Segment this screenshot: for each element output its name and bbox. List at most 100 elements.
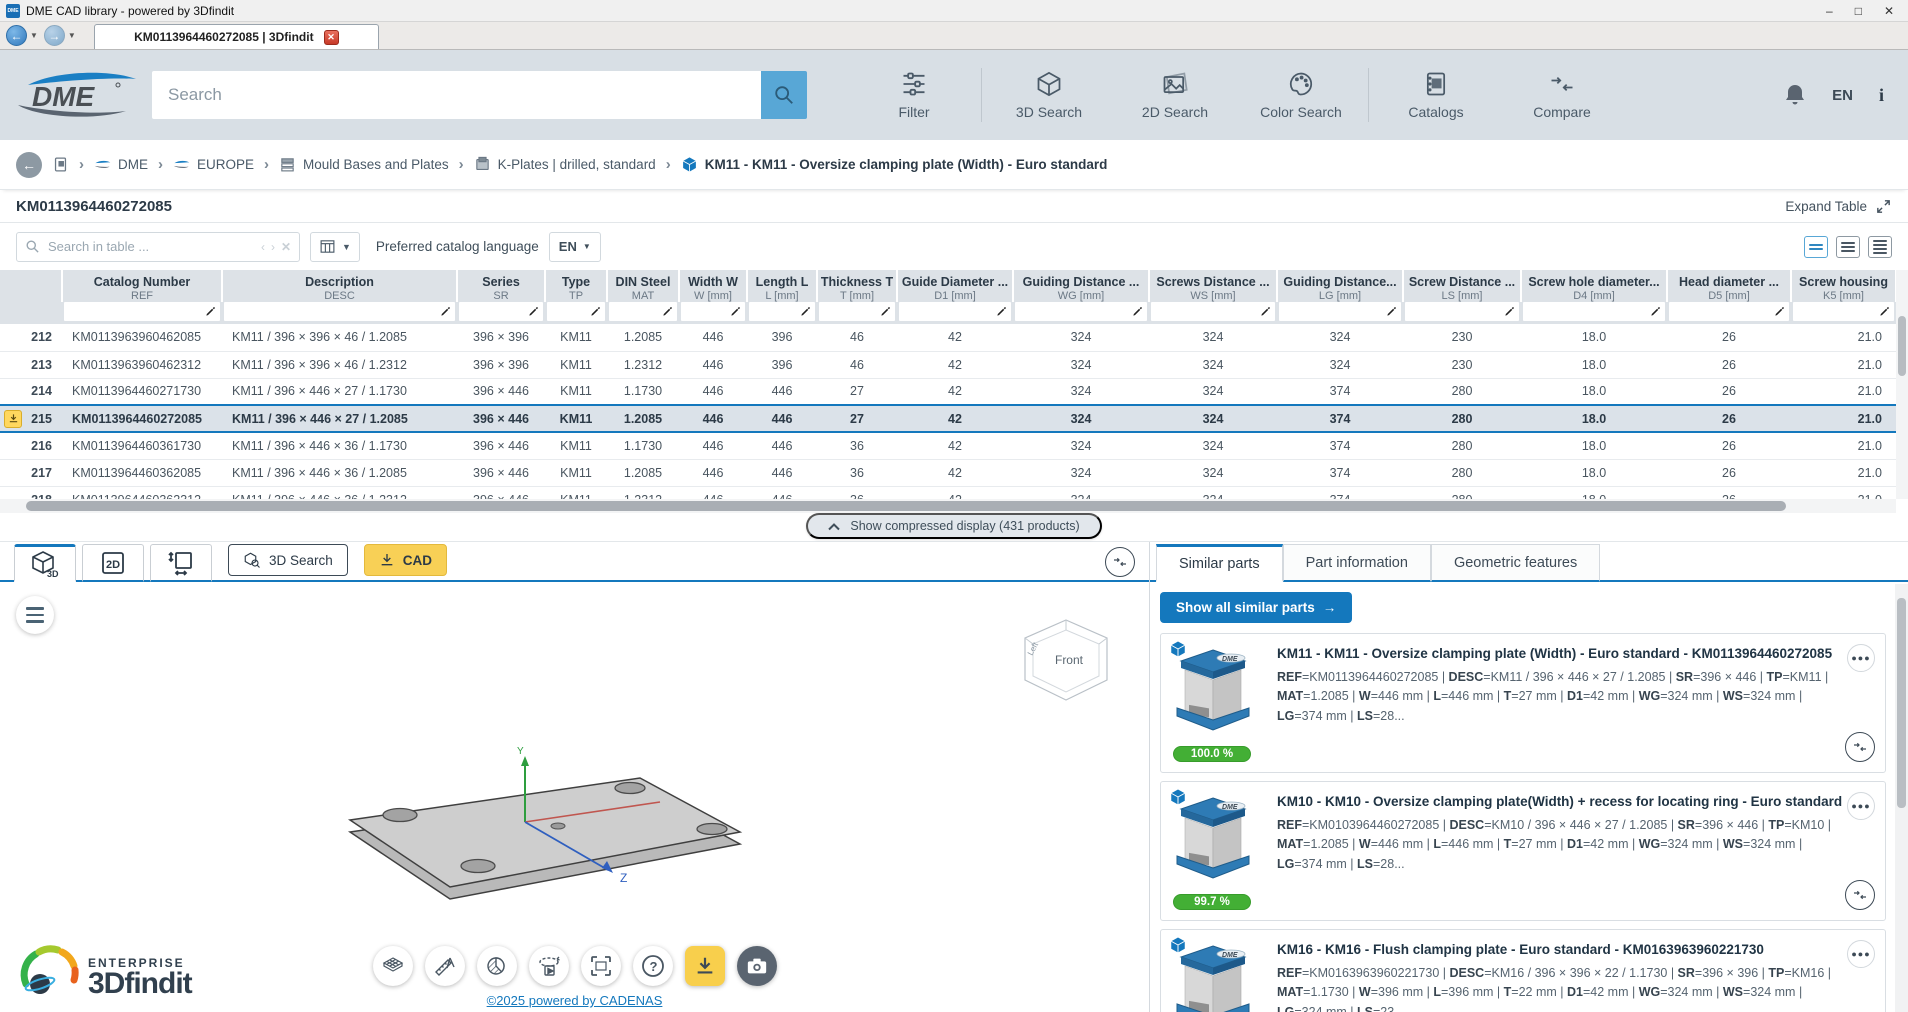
similar-part-card[interactable]: DME KM16 - KM16 - Flush clamping plate -… bbox=[1160, 929, 1886, 1012]
density-medium-button[interactable] bbox=[1836, 236, 1860, 258]
nav-compare[interactable]: Compare bbox=[1499, 70, 1625, 120]
nav-filter[interactable]: Filter bbox=[851, 70, 977, 120]
table-row[interactable]: 218KM0113964460362312KM11 / 396 × 446 × … bbox=[0, 486, 1896, 499]
card-menu-button[interactable]: ●●● bbox=[1847, 940, 1875, 968]
vertical-scrollbar[interactable] bbox=[1896, 270, 1908, 499]
similar-scrollbar-thumb[interactable] bbox=[1897, 598, 1906, 808]
card-compare-icon[interactable] bbox=[1845, 880, 1875, 910]
column-header[interactable]: Guiding Distance...LG [mm] bbox=[1277, 270, 1403, 302]
card-menu-button[interactable]: ●●● bbox=[1847, 644, 1875, 672]
tab-geometric-features[interactable]: Geometric features bbox=[1431, 544, 1600, 582]
show-compressed-button[interactable]: Show compressed display (431 products) bbox=[806, 513, 1101, 539]
breadcrumb-item-mould-bases[interactable]: Mould Bases and Plates bbox=[279, 156, 449, 173]
column-filter-input[interactable] bbox=[1015, 302, 1147, 321]
view-cube[interactable]: Front Left bbox=[1011, 616, 1121, 704]
column-filter-input[interactable] bbox=[224, 302, 455, 321]
part-thumbnail[interactable]: DME bbox=[1173, 792, 1253, 888]
part-thumbnail[interactable]: DME bbox=[1173, 940, 1253, 1012]
back-dropdown-icon[interactable]: ▼ bbox=[30, 31, 38, 40]
column-header[interactable]: Screw Distance ...LS [mm] bbox=[1403, 270, 1521, 302]
horizontal-scrollbar[interactable] bbox=[0, 499, 1896, 513]
measure-icon[interactable] bbox=[425, 946, 465, 986]
nav-3d-search[interactable]: 3D Search bbox=[986, 70, 1112, 120]
density-full-button[interactable] bbox=[1868, 236, 1892, 258]
row-number-column-header[interactable] bbox=[0, 270, 62, 302]
info-icon[interactable]: i bbox=[1879, 85, 1884, 106]
tab-similar-parts[interactable]: Similar parts bbox=[1156, 544, 1283, 582]
column-header[interactable]: Screw housingK5 [mm] bbox=[1791, 270, 1896, 302]
cadenas-credit-link[interactable]: ©2025 powered by CADENAS bbox=[487, 993, 663, 1008]
column-header[interactable]: Guide Diameter ...D1 [mm] bbox=[897, 270, 1013, 302]
similar-part-title[interactable]: KM16 - KM16 - Flush clamping plate - Eur… bbox=[1277, 942, 1843, 957]
language-selector[interactable]: EN bbox=[1832, 87, 1853, 104]
viewer-menu-button[interactable] bbox=[16, 596, 54, 634]
density-compact-button[interactable] bbox=[1804, 236, 1828, 258]
cad-download-button[interactable]: CAD bbox=[364, 544, 447, 576]
breadcrumb-item-k-plates[interactable]: K-Plates | drilled, standard bbox=[474, 156, 656, 173]
prev-match-icon[interactable]: ‹ bbox=[261, 240, 265, 254]
nav-2d-search[interactable]: 2D Search bbox=[1112, 70, 1238, 120]
breadcrumb-item-current[interactable]: KM11 - KM11 - Oversize clamping plate (W… bbox=[681, 156, 1108, 173]
section-icon[interactable] bbox=[477, 946, 517, 986]
column-header[interactable]: DIN SteelMAT bbox=[607, 270, 679, 302]
column-filter-input[interactable] bbox=[459, 302, 543, 321]
mesh-render-icon[interactable] bbox=[373, 946, 413, 986]
column-header[interactable]: Screws Distance ...WS [mm] bbox=[1149, 270, 1277, 302]
table-row[interactable]: 217KM0113964460362085KM11 / 396 × 446 × … bbox=[0, 459, 1896, 486]
table-row[interactable]: 214KM0113964460271730KM11 / 396 × 446 × … bbox=[0, 378, 1896, 405]
column-header[interactable]: Catalog NumberREF bbox=[62, 270, 222, 302]
column-picker-button[interactable]: ▼ bbox=[310, 232, 360, 262]
column-filter-input[interactable] bbox=[1279, 302, 1401, 321]
fit-view-icon[interactable] bbox=[581, 946, 621, 986]
tab-part-information[interactable]: Part information bbox=[1283, 544, 1431, 582]
3d-model[interactable]: Z Y bbox=[330, 730, 810, 960]
close-icon[interactable]: ✕ bbox=[1884, 4, 1894, 18]
similar-part-card[interactable]: DME 99.7 % KM10 - KM10 - Oversize clampi… bbox=[1160, 781, 1886, 921]
column-filter-input[interactable] bbox=[64, 302, 220, 321]
similar-scrollbar[interactable] bbox=[1895, 584, 1908, 1012]
help-icon[interactable]: ? bbox=[633, 946, 673, 986]
column-filter-input[interactable] bbox=[609, 302, 677, 321]
table-row[interactable]: 216KM0113964460361730KM11 / 396 × 446 × … bbox=[0, 432, 1896, 459]
nav-color-search[interactable]: Color Search bbox=[1238, 70, 1364, 120]
column-filter-input[interactable] bbox=[681, 302, 745, 321]
column-header[interactable]: TypeTP bbox=[545, 270, 607, 302]
card-menu-button[interactable]: ●●● bbox=[1847, 792, 1875, 820]
search-button[interactable] bbox=[761, 71, 807, 119]
breadcrumb-back-icon[interactable]: ← bbox=[16, 152, 42, 178]
tab-2d[interactable]: 2D bbox=[82, 544, 144, 582]
catalog-language-dropdown[interactable]: EN ▼ bbox=[549, 232, 601, 262]
card-compare-icon[interactable] bbox=[1845, 732, 1875, 762]
vertical-scrollbar-thumb[interactable] bbox=[1898, 316, 1906, 376]
rotate-animation-icon[interactable] bbox=[529, 946, 569, 986]
column-filter-input[interactable] bbox=[1523, 302, 1665, 321]
column-header[interactable]: Width WW [mm] bbox=[679, 270, 747, 302]
column-header[interactable]: DescriptionDESC bbox=[222, 270, 457, 302]
expand-table-button[interactable]: Expand Table bbox=[1785, 198, 1892, 215]
table-search-input[interactable] bbox=[48, 239, 253, 254]
column-filter-input[interactable] bbox=[1405, 302, 1519, 321]
forward-button[interactable]: → bbox=[44, 25, 65, 46]
screenshot-camera-icon[interactable] bbox=[737, 946, 777, 986]
download-model-icon[interactable] bbox=[685, 946, 725, 986]
tab-dimensions[interactable] bbox=[150, 544, 212, 582]
column-filter-input[interactable] bbox=[899, 302, 1011, 321]
column-filter-input[interactable] bbox=[547, 302, 605, 321]
similar-part-card[interactable]: DME 100.0 % KM11 - KM11 - Oversize clamp… bbox=[1160, 633, 1886, 773]
table-row[interactable]: 215KM0113964460272085KM11 / 396 × 446 × … bbox=[0, 405, 1896, 432]
similar-part-title[interactable]: KM10 - KM10 - Oversize clamping plate(Wi… bbox=[1277, 794, 1843, 809]
column-header[interactable]: SeriesSR bbox=[457, 270, 545, 302]
column-filter-input[interactable] bbox=[1669, 302, 1789, 321]
part-thumbnail[interactable]: DME bbox=[1173, 644, 1253, 740]
tab-3d[interactable]: 3D bbox=[14, 544, 76, 582]
table-row[interactable]: 212KM0113963960462085KM11 / 396 × 396 × … bbox=[0, 324, 1896, 351]
catalog-root-icon[interactable] bbox=[52, 156, 69, 173]
breadcrumb-item-europe[interactable]: EUROPE bbox=[173, 156, 254, 173]
next-match-icon[interactable]: › bbox=[271, 240, 275, 254]
column-header[interactable]: Screw hole diameter...D4 [mm] bbox=[1521, 270, 1667, 302]
viewer-3d-search-button[interactable]: 3D Search bbox=[228, 544, 348, 576]
nav-catalogs[interactable]: Catalogs bbox=[1373, 70, 1499, 120]
back-button[interactable]: ← bbox=[6, 25, 27, 46]
browser-tab[interactable]: KM0113964460272085 | 3Dfindit ✕ bbox=[94, 24, 379, 49]
forward-dropdown-icon[interactable]: ▼ bbox=[68, 31, 76, 40]
